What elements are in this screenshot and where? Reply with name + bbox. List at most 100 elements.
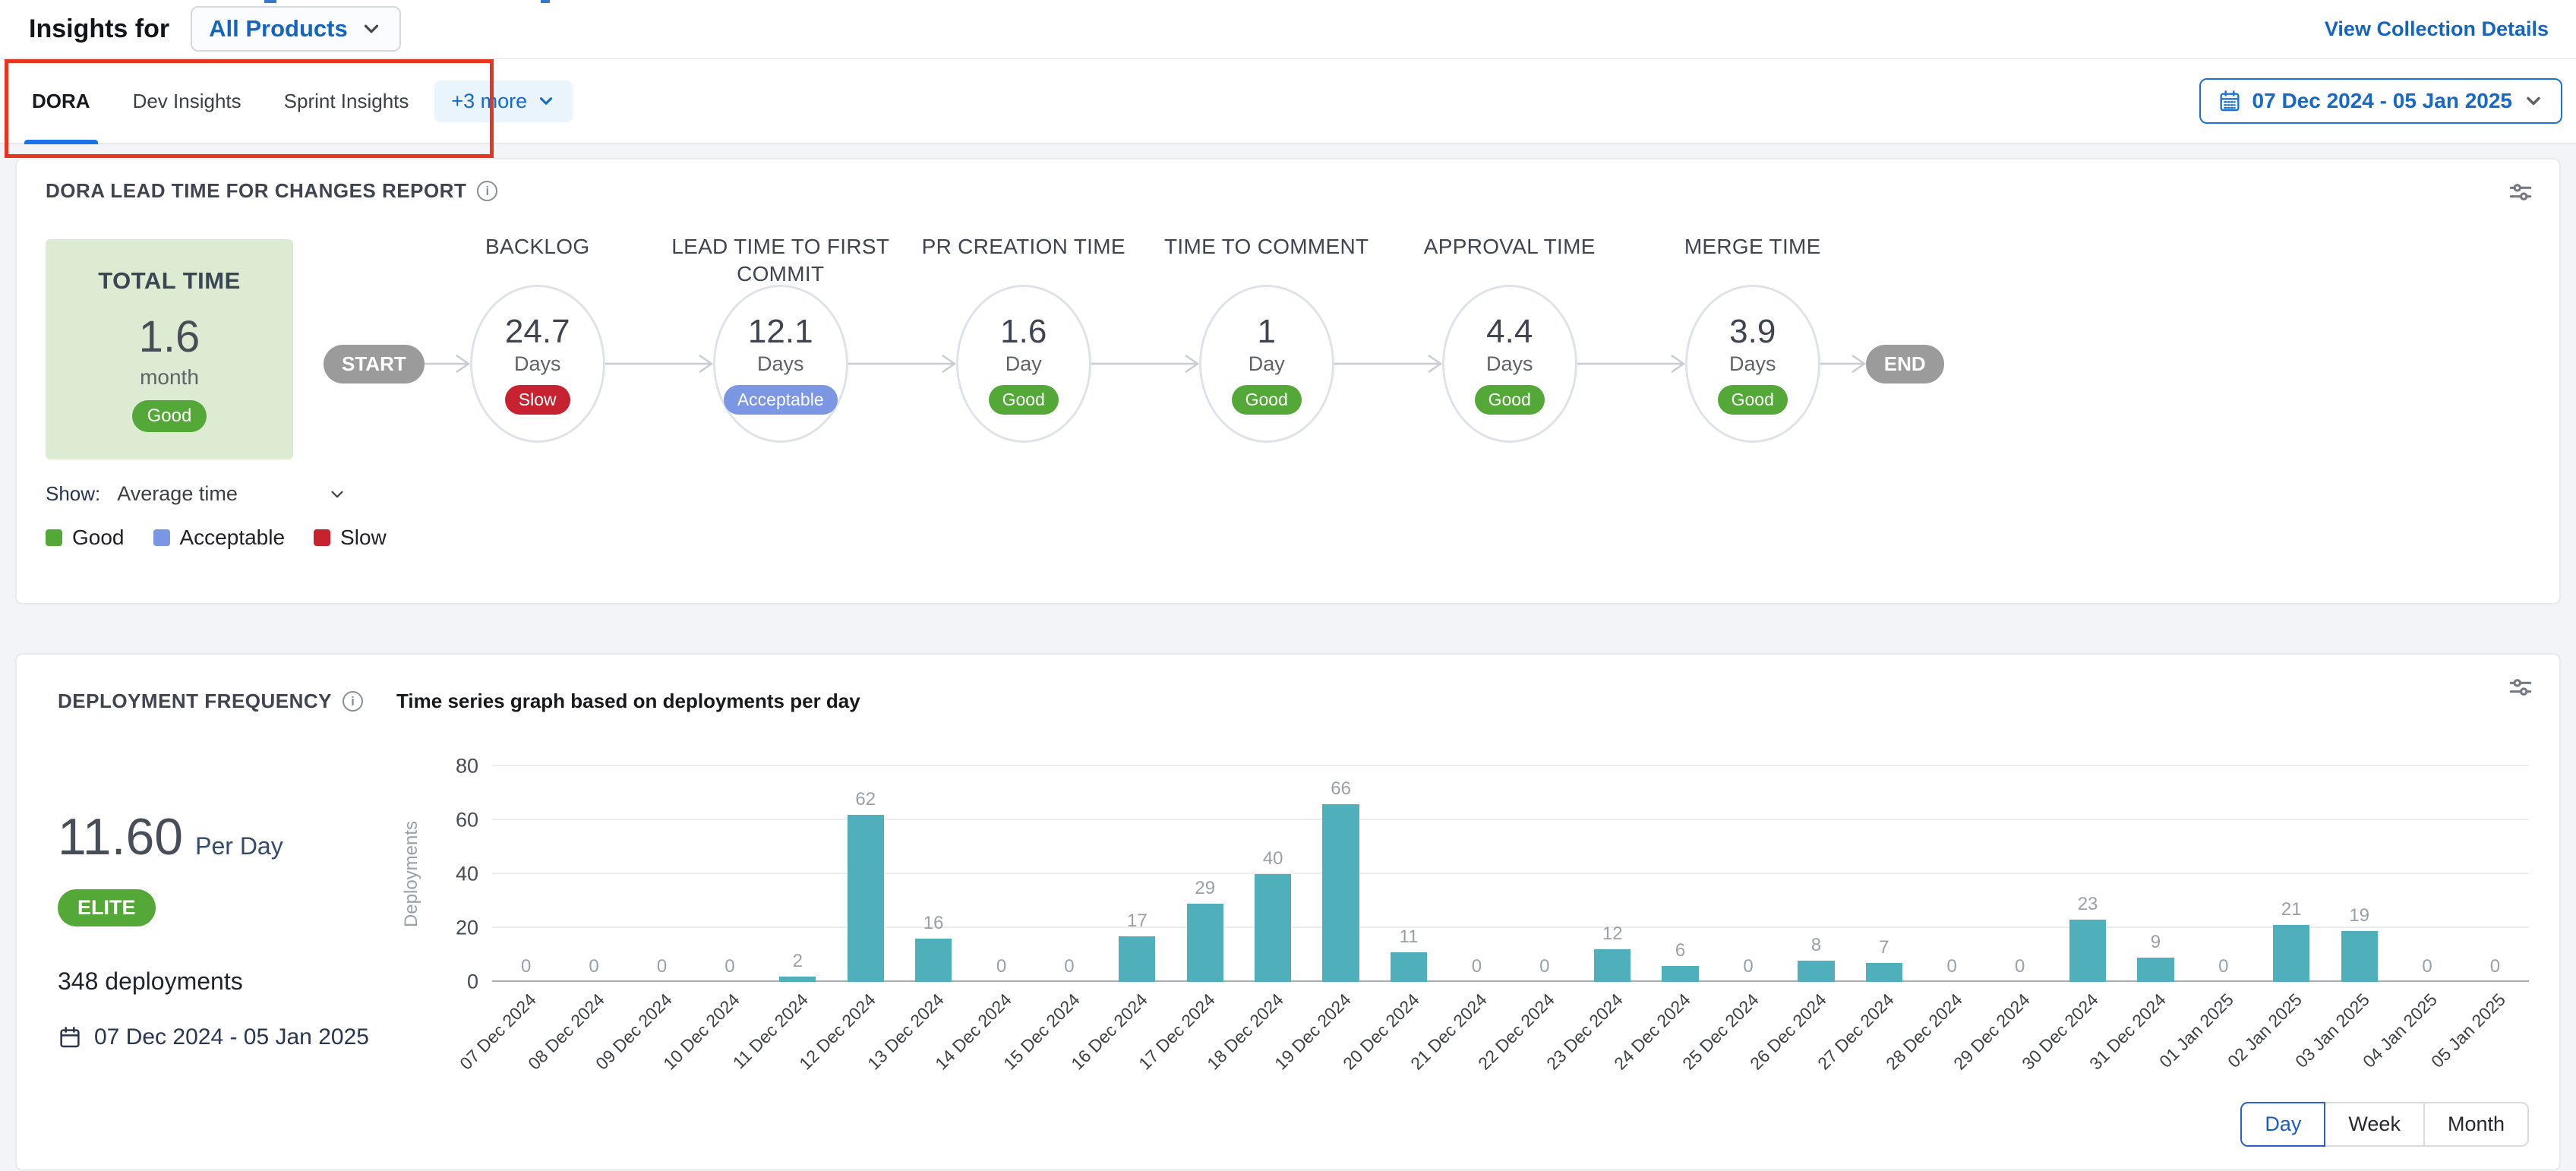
bar[interactable] <box>1866 963 1902 982</box>
stage-unit: Days <box>1729 352 1776 376</box>
tab-dora[interactable]: DORA <box>29 59 93 143</box>
deployment-rate-unit: Per Day <box>195 832 283 860</box>
bar-slot: 0 <box>1511 766 1578 982</box>
calendar-icon <box>58 1025 82 1049</box>
stage-name: APPROVAL TIME <box>1396 233 1624 260</box>
stage-pr-creation-time: PR CREATION TIME1.6DayGood <box>956 285 1091 443</box>
stage-unit: Day <box>1005 352 1042 376</box>
info-icon[interactable] <box>343 691 363 712</box>
deployment-frequency-title: DEPLOYMENT FREQUENCY <box>58 690 332 713</box>
bar-value-label: 0 <box>2218 956 2228 977</box>
bar[interactable] <box>779 977 816 982</box>
lead-time-pipeline: STARTBACKLOG24.7DaysSlowLEAD TIME TO FIR… <box>324 268 1944 459</box>
lead-time-report-card: DORA LEAD TIME FOR CHANGES REPORT TOTAL … <box>15 158 2561 604</box>
bar-value-label: 0 <box>2015 956 2025 977</box>
legend-label: Acceptable <box>180 526 286 550</box>
bar[interactable] <box>1662 966 1698 982</box>
bar-slot: 7 <box>1850 766 1918 982</box>
bar[interactable] <box>1187 904 1223 982</box>
info-icon[interactable] <box>477 181 497 201</box>
bar[interactable] <box>1255 874 1291 982</box>
more-tabs-button[interactable]: +3 more <box>434 80 573 122</box>
bar-value-label: 11 <box>1400 926 1419 948</box>
stage-status-badge: Good <box>1475 385 1545 415</box>
show-metric-dropdown[interactable]: Show: Average time <box>46 482 347 506</box>
bar-value-label: 7 <box>1879 937 1889 958</box>
elite-badge: ELITE <box>58 889 156 926</box>
stage-circle: 3.9DaysGood <box>1685 285 1820 443</box>
legend-item-slow: Slow <box>314 526 387 550</box>
show-label: Show: <box>46 482 100 506</box>
product-selector-value: All Products <box>209 15 348 43</box>
deployment-frequency-header: DEPLOYMENT FREQUENCY <box>58 690 396 713</box>
bar-value-label: 29 <box>1195 878 1215 899</box>
stage-status-badge: Good <box>1232 385 1302 415</box>
stage-circle: 1.6DayGood <box>956 285 1091 443</box>
bar[interactable] <box>1391 952 1427 982</box>
legend-label: Good <box>72 526 125 550</box>
bar-value-label: 0 <box>2422 956 2432 977</box>
y-tick-20: 20 <box>456 917 478 940</box>
bar-slot: 0 <box>2189 766 2257 982</box>
bar[interactable] <box>1322 804 1359 982</box>
bar[interactable] <box>915 939 952 982</box>
tab-dev-insights[interactable]: Dev Insights <box>130 59 245 143</box>
bar-value-label: 17 <box>1127 911 1148 932</box>
date-range-picker[interactable]: 07 Dec 2024 - 05 Jan 2025 <box>2199 78 2562 124</box>
stage-status-badge: Good <box>1718 385 1788 415</box>
bar[interactable] <box>2137 958 2174 982</box>
stage-name: TIME TO COMMENT <box>1153 233 1381 260</box>
bar-value-label: 9 <box>2151 932 2161 953</box>
y-tick-40: 40 <box>456 863 478 886</box>
bar-slot: 8 <box>1782 766 1850 982</box>
bar-value-label: 40 <box>1263 848 1283 870</box>
stage-unit: Days <box>514 352 561 376</box>
bar[interactable] <box>2273 925 2309 982</box>
stage-approval-time: APPROVAL TIME4.4DaysGood <box>1442 285 1577 443</box>
chevron-down-icon <box>536 91 556 111</box>
bar-slot: 0 <box>560 766 627 982</box>
bar-slot: 17 <box>1103 766 1171 982</box>
cropped-content-fragment <box>541 0 550 3</box>
bar-value-label: 21 <box>2281 899 2302 920</box>
stage-unit: Days <box>1486 352 1533 376</box>
deployment-rate-value: 11.60 <box>58 807 183 866</box>
granularity-day-button[interactable]: Day <box>2240 1102 2325 1147</box>
product-selector[interactable]: All Products <box>191 6 401 52</box>
tab-sprint-insights[interactable]: Sprint Insights <box>281 59 412 143</box>
bar-slot: 0 <box>1035 766 1103 982</box>
granularity-week-button[interactable]: Week <box>2324 1102 2425 1147</box>
bar-value-label: 0 <box>1539 956 1549 977</box>
total-time-value: 1.6 <box>139 311 200 362</box>
stage-merge-time: MERGE TIME3.9DaysGood <box>1685 285 1820 443</box>
deployment-date-range-value: 07 Dec 2024 - 05 Jan 2025 <box>94 1024 369 1050</box>
granularity-toggle: DayWeekMonth <box>396 1102 2529 1147</box>
stage-status-badge: Slow <box>505 385 570 415</box>
bar[interactable] <box>2341 931 2378 982</box>
bar-slot: 0 <box>492 766 560 982</box>
stage-circle: 1DayGood <box>1199 285 1334 443</box>
stage-value: 4.4 <box>1486 313 1533 351</box>
chart-settings-icon[interactable] <box>2508 179 2533 205</box>
page-title: Insights for <box>29 14 169 44</box>
granularity-month-button[interactable]: Month <box>2423 1102 2529 1147</box>
bar-value-label: 16 <box>923 913 944 934</box>
legend-swatch <box>46 529 62 546</box>
view-collection-details-link[interactable]: View Collection Details <box>2325 17 2549 41</box>
legend-label: Slow <box>340 526 387 550</box>
stage-unit: Day <box>1249 352 1285 376</box>
bar[interactable] <box>848 815 884 982</box>
bar-slot: 0 <box>628 766 696 982</box>
bar[interactable] <box>1119 936 1155 982</box>
y-axis-label: Deployments <box>396 766 427 982</box>
bar[interactable] <box>1798 961 1834 982</box>
chart-settings-icon[interactable] <box>2508 674 2533 700</box>
stage-unit: Days <box>757 352 804 376</box>
bar-slot: 23 <box>2054 766 2121 982</box>
bar[interactable] <box>1594 949 1631 982</box>
deployment-frequency-chart: Time series graph based on deployments p… <box>396 690 2530 1147</box>
bar[interactable] <box>2069 920 2106 982</box>
show-value: Average time <box>117 482 238 506</box>
flow-arrow-icon <box>605 352 713 375</box>
stage-value: 1.6 <box>1000 313 1046 351</box>
